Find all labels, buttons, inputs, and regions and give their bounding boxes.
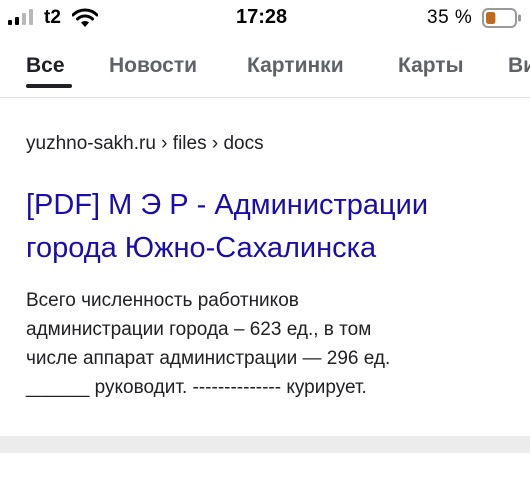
tab-videos[interactable]: Ви xyxy=(508,54,530,78)
result-title-line: [PDF] М Э Р - Администрации xyxy=(26,189,429,221)
wifi-icon xyxy=(72,8,98,27)
result-title-line: города Южно-Сахалинска xyxy=(26,232,377,264)
tab-maps[interactable]: Карты xyxy=(398,54,464,78)
snippet-line: администрации города – 623 ед., в том xyxy=(26,319,372,340)
search-tabs: Все Новости Картинки Карты Ви xyxy=(0,48,530,90)
tab-images[interactable]: Картинки xyxy=(247,54,344,78)
result-snippet: Всего численность работников администрац… xyxy=(26,286,506,402)
snippet-line: ______ руководит. -------------- курируе… xyxy=(26,377,367,398)
tab-all[interactable]: Все xyxy=(26,54,65,78)
status-bar: t2 17:28 35 % xyxy=(0,0,530,36)
tabs-divider xyxy=(0,97,530,98)
result-separator xyxy=(0,436,530,453)
battery-icon xyxy=(482,8,521,28)
carrier-name: t2 xyxy=(44,7,61,28)
snippet-line: числе аппарат администрации — 296 ед. xyxy=(26,348,391,369)
active-tab-indicator xyxy=(26,84,72,88)
result-title-link[interactable]: [PDF] М Э Р - Администрации города Южно-… xyxy=(26,184,516,270)
cellular-signal-icon xyxy=(8,9,33,25)
clock: 17:28 xyxy=(236,6,288,28)
snippet-line: Всего численность работников xyxy=(26,290,299,311)
battery-percentage: 35 % xyxy=(427,7,473,28)
result-breadcrumb[interactable]: yuzhno-sakh.ru › files › docs xyxy=(26,133,264,155)
tab-news[interactable]: Новости xyxy=(109,54,197,78)
